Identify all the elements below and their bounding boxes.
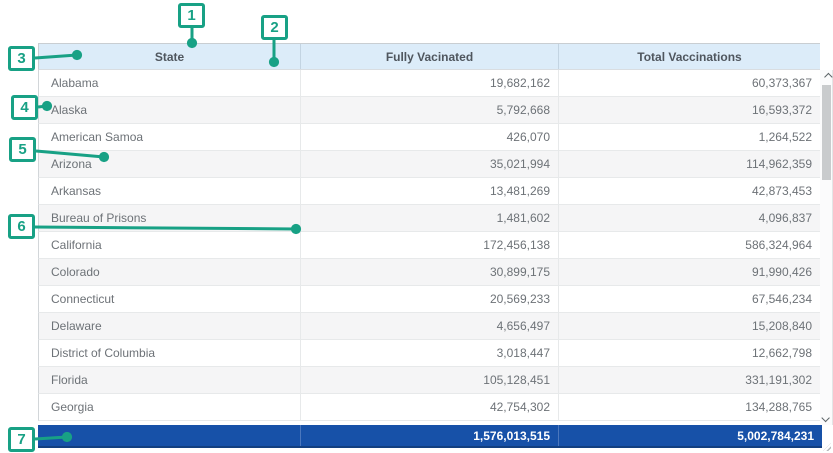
table-row[interactable]: Connecticut 20,569,233 67,546,234 xyxy=(38,286,820,313)
table-row[interactable]: Arkansas 13,481,269 42,873,453 xyxy=(38,178,820,205)
table-row[interactable]: Delaware 4,656,497 15,208,840 xyxy=(38,313,820,340)
state-cell: Florida xyxy=(39,367,300,393)
callout-3: 3 xyxy=(8,46,35,71)
table-row[interactable]: Alabama 19,682,162 60,373,367 xyxy=(38,70,820,97)
total-vaccinations-cell: 134,288,765 xyxy=(558,394,820,420)
state-cell: Connecticut xyxy=(39,286,300,312)
table-row[interactable]: California 172,456,138 586,324,964 xyxy=(38,232,820,259)
total-vaccinations-cell: 42,873,453 xyxy=(558,178,820,204)
callout-7: 7 xyxy=(8,427,35,452)
scroll-down-button[interactable] xyxy=(820,411,833,425)
total-vaccinations-cell: 331,191,302 xyxy=(558,367,820,393)
table-row[interactable]: Alaska 5,792,668 16,593,372 xyxy=(38,97,820,124)
table-body: Alabama 19,682,162 60,373,367 Alaska 5,7… xyxy=(38,70,820,421)
total-vaccinations-cell: 1,264,522 xyxy=(558,124,820,150)
fully-vaccinated-cell: 1,481,602 xyxy=(300,205,558,231)
chevron-up-icon xyxy=(824,73,832,81)
fully-vaccinated-cell: 42,754,302 xyxy=(300,394,558,420)
fully-vaccinated-cell: 172,456,138 xyxy=(300,232,558,258)
fully-vaccinated-cell: 19,682,162 xyxy=(300,70,558,96)
state-cell: Alaska xyxy=(39,97,300,123)
state-cell: Arkansas xyxy=(39,178,300,204)
callout-6: 6 xyxy=(8,214,35,239)
table-row[interactable]: American Samoa 426,070 1,264,522 xyxy=(38,124,820,151)
table-row[interactable]: Florida 105,128,451 331,191,302 xyxy=(38,367,820,394)
total-vaccinations-cell: 91,990,426 xyxy=(558,259,820,285)
scrollbar-thumb[interactable] xyxy=(822,85,831,180)
state-cell: American Samoa xyxy=(39,124,300,150)
total-vaccinations-cell: 12,662,798 xyxy=(558,340,820,366)
summary-fully-vaccinated-cell: 1,576,013,515 xyxy=(300,425,558,446)
fully-vaccinated-cell: 13,481,269 xyxy=(300,178,558,204)
state-cell: Georgia xyxy=(39,394,300,420)
table-row[interactable]: Arizona 35,021,994 114,962,359 xyxy=(38,151,820,178)
fully-vaccinated-cell: 35,021,994 xyxy=(300,151,558,177)
total-vaccinations-cell: 16,593,372 xyxy=(558,97,820,123)
callout-2: 2 xyxy=(261,15,288,40)
state-cell: Arizona xyxy=(39,151,300,177)
fully-vaccinated-cell: 426,070 xyxy=(300,124,558,150)
column-header-state[interactable]: State xyxy=(39,44,300,69)
summary-row: 1,576,013,515 5,002,784,231 xyxy=(38,425,822,448)
state-cell: Colorado xyxy=(39,259,300,285)
dashboard-table-panel: State Fully Vacinated Total Vaccinations… xyxy=(0,0,833,453)
total-vaccinations-cell: 114,962,359 xyxy=(558,151,820,177)
summary-total-vaccinations-cell: 5,002,784,231 xyxy=(558,425,822,446)
column-header-total-vaccinations[interactable]: Total Vaccinations xyxy=(558,44,820,69)
fully-vaccinated-cell: 3,018,447 xyxy=(300,340,558,366)
fully-vaccinated-cell: 5,792,668 xyxy=(300,97,558,123)
callout-4: 4 xyxy=(11,95,38,120)
total-vaccinations-cell: 15,208,840 xyxy=(558,313,820,339)
state-cell: Delaware xyxy=(39,313,300,339)
summary-state-cell xyxy=(38,425,300,446)
table-row[interactable]: District of Columbia 3,018,447 12,662,79… xyxy=(38,340,820,367)
fully-vaccinated-cell: 4,656,497 xyxy=(300,313,558,339)
fully-vaccinated-cell: 105,128,451 xyxy=(300,367,558,393)
total-vaccinations-cell: 67,546,234 xyxy=(558,286,820,312)
callout-1: 1 xyxy=(178,3,205,28)
state-cell: Alabama xyxy=(39,70,300,96)
fully-vaccinated-cell: 30,899,175 xyxy=(300,259,558,285)
table-row[interactable]: Bureau of Prisons 1,481,602 4,096,837 xyxy=(38,205,820,232)
fully-vaccinated-cell: 20,569,233 xyxy=(300,286,558,312)
table-header-row: State Fully Vacinated Total Vaccinations xyxy=(38,43,820,70)
vertical-scrollbar[interactable] xyxy=(820,70,833,425)
total-vaccinations-cell: 586,324,964 xyxy=(558,232,820,258)
total-vaccinations-cell: 4,096,837 xyxy=(558,205,820,231)
chevron-down-icon xyxy=(821,414,829,422)
scroll-up-button[interactable] xyxy=(820,70,833,84)
resize-grip-icon[interactable] xyxy=(823,443,831,451)
table-row[interactable]: Colorado 30,899,175 91,990,426 xyxy=(38,259,820,286)
total-vaccinations-cell: 60,373,367 xyxy=(558,70,820,96)
state-cell: Bureau of Prisons xyxy=(39,205,300,231)
table-row[interactable]: Georgia 42,754,302 134,288,765 xyxy=(38,394,820,421)
state-cell: District of Columbia xyxy=(39,340,300,366)
state-cell: California xyxy=(39,232,300,258)
callout-5: 5 xyxy=(9,137,36,162)
column-header-fully-vaccinated[interactable]: Fully Vacinated xyxy=(300,44,558,69)
